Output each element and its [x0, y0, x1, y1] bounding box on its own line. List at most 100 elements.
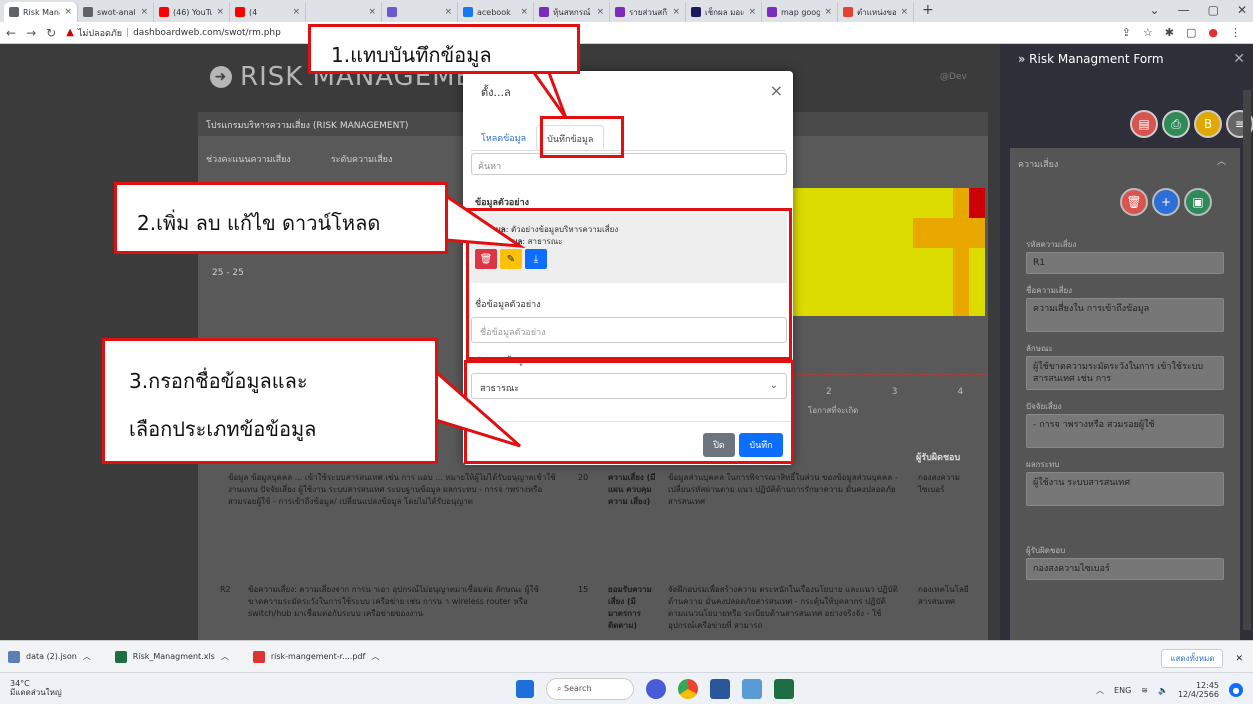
- chevron-double-right-icon[interactable]: »: [1018, 52, 1025, 66]
- minimize-icon[interactable]: —: [1178, 3, 1190, 17]
- extensions-icon[interactable]: ✱: [1165, 26, 1174, 39]
- notification-icon[interactable]: ●: [1229, 683, 1243, 697]
- download-item[interactable]: data (2).json ︿: [8, 650, 91, 663]
- show-all-button[interactable]: แสดงทั้งหมด: [1161, 649, 1224, 668]
- profile-icon[interactable]: ●: [1208, 26, 1218, 39]
- close-icon[interactable]: ×: [770, 81, 783, 100]
- tab-close-icon[interactable]: ×: [596, 7, 604, 17]
- row-owner: กองสงความ ไซเบอร์: [918, 473, 960, 494]
- tab-close-icon[interactable]: ×: [520, 7, 528, 17]
- browser-tab[interactable]: รายส่วนสกีลส ×: [610, 2, 686, 22]
- maximize-icon[interactable]: ▢: [1208, 3, 1219, 17]
- browser-tab[interactable]: map google ×: [762, 2, 838, 22]
- word-icon[interactable]: [710, 679, 730, 699]
- reload-icon[interactable]: ↻: [46, 26, 56, 40]
- sidebar-scrollbar[interactable]: [1243, 90, 1251, 630]
- chevron-up-icon[interactable]: ︿: [1096, 685, 1104, 696]
- tab-close-icon[interactable]: ×: [216, 7, 224, 17]
- risk-factor-field[interactable]: - การจ าพรางหรือ สวมรอยผู้ใช้: [1026, 414, 1224, 448]
- menu-icon[interactable]: ⋮: [1230, 26, 1241, 39]
- tab-close-icon[interactable]: ×: [140, 7, 148, 17]
- tab-close-icon[interactable]: ×: [64, 7, 72, 17]
- forward-icon[interactable]: →: [26, 26, 36, 40]
- matrix-cell: [793, 188, 953, 316]
- tab-close-icon[interactable]: ×: [444, 7, 452, 17]
- browser-tab[interactable]: (4 ×: [230, 2, 306, 22]
- download-item[interactable]: Risk_Managment.xls ︿: [114, 650, 229, 663]
- risk-name-field[interactable]: ความเสี่ยงใน การเข้าถึงข้อมูล: [1026, 298, 1224, 332]
- delete-button[interactable]: 🗑: [1120, 188, 1148, 216]
- owner-field[interactable]: กองสงความไซเบอร์: [1026, 558, 1224, 580]
- browser-tab[interactable]: (46) YouTube ×: [154, 2, 230, 22]
- share-icon[interactable]: ⇪: [1122, 26, 1131, 39]
- search-input[interactable]: ค้นหา: [471, 153, 787, 175]
- tab-close-icon[interactable]: ×: [900, 7, 908, 17]
- print-button[interactable]: ⎙: [1162, 110, 1190, 138]
- notepad-icon[interactable]: [742, 679, 762, 699]
- chevron-up-icon[interactable]: ︿: [221, 651, 229, 662]
- table-row[interactable]: R2 ข้อความเสี่ยง: ความเสี่ยงจาก การน าเอ…: [198, 584, 988, 640]
- risk-code-field[interactable]: R1: [1026, 252, 1224, 274]
- pdf-button[interactable]: ▤: [1130, 110, 1158, 138]
- wifi-icon[interactable]: ≋: [1141, 686, 1148, 695]
- chevron-up-icon[interactable]: ︿: [1217, 154, 1226, 167]
- warning-icon: ▲: [66, 27, 74, 38]
- chevron-down-icon[interactable]: ⌄: [1150, 3, 1160, 17]
- annotation-2: 2.เพิ่ม ลบ แก้ไข ดาวน์โหลด: [114, 182, 448, 254]
- section-header[interactable]: ความเสี่ยง ︿: [1010, 148, 1240, 176]
- save-button[interactable]: ▣: [1184, 188, 1212, 216]
- browser-tab[interactable]: acebook ×: [458, 2, 534, 22]
- chrome-icon[interactable]: [678, 679, 698, 699]
- clock[interactable]: 12:45 12/4/2566: [1178, 681, 1219, 699]
- tab-close-icon[interactable]: ×: [368, 7, 376, 17]
- add-button[interactable]: +: [1152, 188, 1180, 216]
- example-header: ข้อมูลตัวอย่าง: [475, 198, 530, 208]
- windows-start-icon[interactable]: [516, 680, 534, 698]
- impact-field[interactable]: ผู้ใช้งาน ระบบสารสนเทศ: [1026, 472, 1224, 506]
- browser-tab[interactable]: เช็กผล มอเตอร์ ×: [686, 2, 762, 22]
- browser-tab[interactable]: Risk Managm ×: [4, 2, 78, 22]
- table-row[interactable]: ข้อมูล ข้อมูลบุคคล ... เข้าใช้ระบบสารสนเ…: [198, 472, 988, 576]
- url-warning-text: ไม่ปลอดภัย: [77, 28, 123, 39]
- export-button[interactable]: B: [1194, 110, 1222, 138]
- tab-label: (46) YouTube: [173, 7, 212, 17]
- close-icon[interactable]: ✕: [1237, 3, 1247, 17]
- tab-label: รายส่วนสกีลส: [629, 7, 668, 17]
- tab-close-icon[interactable]: ×: [292, 7, 300, 17]
- new-tab-icon[interactable]: +: [914, 2, 942, 22]
- close-icon[interactable]: ✕: [1235, 654, 1243, 664]
- chevron-up-icon[interactable]: ︿: [371, 651, 379, 662]
- tab-load-data[interactable]: โหลดข้อมูล: [471, 125, 536, 150]
- sidepanel-icon[interactable]: ▢: [1186, 26, 1196, 39]
- download-item[interactable]: risk-mangement-r....pdf ︿: [252, 650, 379, 663]
- tab-close-icon[interactable]: ×: [748, 7, 756, 17]
- taskbar-search[interactable]: ⌕ Search: [546, 678, 634, 700]
- tab-close-icon[interactable]: ×: [672, 7, 680, 17]
- time: 12:45: [1195, 681, 1219, 690]
- x-axis-label: โอกาสที่จะเกิด: [808, 406, 859, 415]
- tab-favicon-icon: [311, 7, 321, 17]
- excel-icon[interactable]: [774, 679, 794, 699]
- sidebar-form: ความเสี่ยง ︿ 🗑 + ▣ รหัสความเสี่ยง R1 ชื่…: [1010, 148, 1240, 640]
- weather-widget[interactable]: 34°C มีแดดส่วนใหญ่: [10, 679, 62, 697]
- browser-tab[interactable]: ตำแหน่งของคุณ×: [838, 2, 914, 22]
- browser-tab[interactable]: swot-analysi ×: [78, 2, 154, 22]
- owner-header: ผู้รับผิดชอบ: [916, 453, 961, 463]
- chat-icon[interactable]: [646, 679, 666, 699]
- tab-close-icon[interactable]: ×: [824, 7, 832, 17]
- x-axis-numbers: 2 3 4: [826, 387, 963, 397]
- browser-tab[interactable]: ×: [306, 2, 382, 22]
- star-icon[interactable]: ☆: [1143, 26, 1153, 39]
- section-title: ความเสี่ยง: [1018, 160, 1059, 170]
- back-icon[interactable]: ←: [6, 26, 16, 40]
- chevron-up-icon[interactable]: ︿: [83, 651, 91, 662]
- url-field[interactable]: ▲ ไม่ปลอดภัย | dashboardweb.com/swot/rm.…: [66, 26, 281, 40]
- row-owner: กองเทคโนโลยี สารสนเทศ: [918, 585, 969, 606]
- browser-tab[interactable]: ×: [382, 2, 458, 22]
- risk-nature-field[interactable]: ผู้ใช้ขาดความระมัดระวังในการ เข้าใช้ระบบ…: [1026, 356, 1224, 390]
- language-indicator[interactable]: ENG: [1114, 686, 1131, 695]
- browser-tab[interactable]: หุ้นสหกรณ์ ระ ×: [534, 2, 610, 22]
- volume-icon[interactable]: 🔈: [1158, 686, 1168, 695]
- close-icon[interactable]: ✕: [1233, 51, 1245, 67]
- arrow-right-icon: ➜: [210, 66, 232, 88]
